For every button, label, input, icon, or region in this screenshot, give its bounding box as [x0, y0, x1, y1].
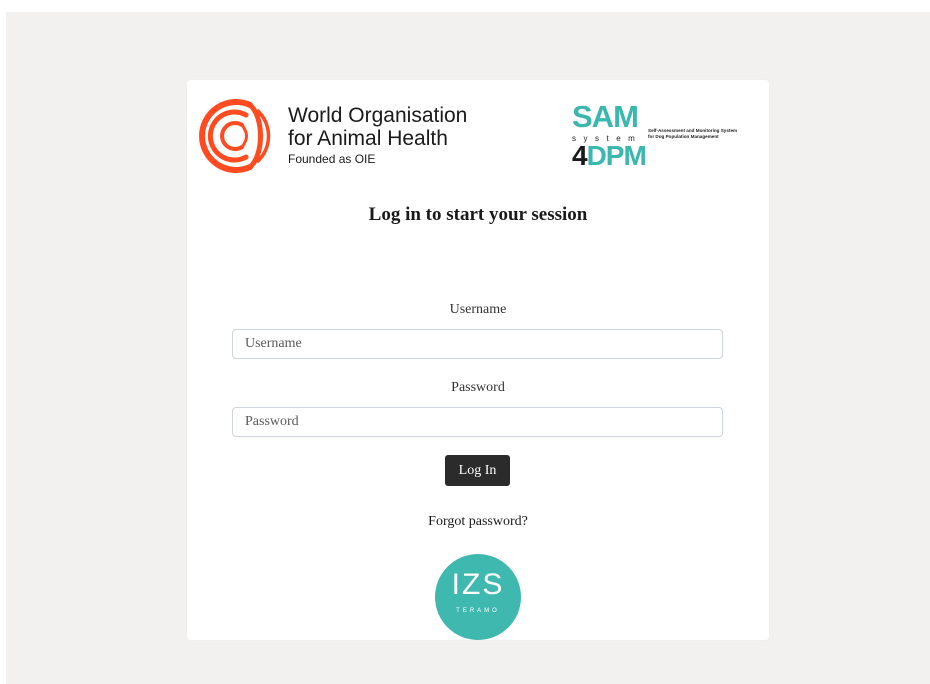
- password-input[interactable]: [232, 407, 723, 437]
- forgot-password-link[interactable]: Forgot password?: [187, 514, 769, 530]
- sam-logo-4dpm: 4DPM: [572, 140, 647, 171]
- woah-line-3: Founded as OIE: [288, 152, 376, 166]
- woah-line-1: World Organisation: [288, 104, 468, 127]
- page-title: Log in to start your session: [368, 204, 588, 225]
- izs-logo-sub: TERAMO: [456, 608, 500, 614]
- sam-4dpm-logo: SAM system 4DPM Self-Assessment and Moni…: [572, 99, 737, 172]
- izs-teramo-logo: IZS TERAMO: [435, 554, 521, 640]
- izs-logo-main: IZS: [451, 568, 505, 601]
- sam-logo-four: 4: [572, 140, 588, 171]
- username-input[interactable]: [232, 329, 723, 359]
- woah-line-2: for Animal Health: [288, 127, 448, 150]
- username-label: Username: [449, 302, 507, 317]
- woah-logo-text: World Organisation for Animal Health Fou…: [288, 104, 467, 168]
- password-label: Password: [451, 380, 505, 395]
- sam-logo-description: Self-Assessment and Monitoring System fo…: [648, 128, 738, 140]
- logo-header: World Organisation for Animal Health Fou…: [187, 80, 769, 180]
- sam-logo-dpm: DPM: [586, 140, 647, 171]
- sam-logo-title: SAM: [572, 99, 639, 134]
- login-card: World Organisation for Animal Health Fou…: [187, 80, 769, 640]
- woah-logo-icon: [199, 99, 271, 173]
- sam-desc-line-2: for Dog Population Management: [648, 134, 719, 139]
- login-button[interactable]: Log In: [445, 455, 510, 486]
